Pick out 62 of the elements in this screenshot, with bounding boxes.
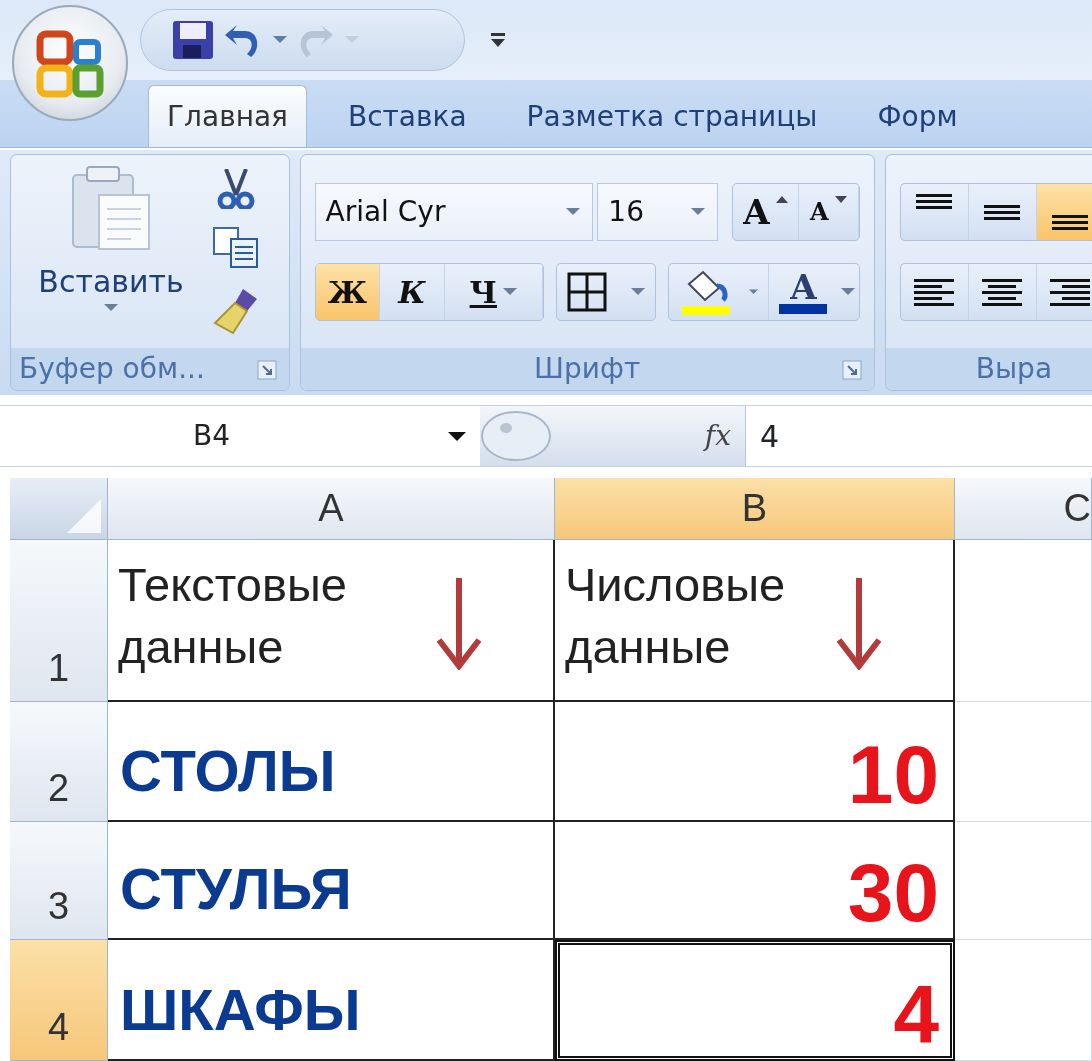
caret-icon [631, 288, 646, 296]
row-header[interactable]: 3 [10, 822, 108, 940]
caret-icon [749, 288, 759, 296]
font-size-field[interactable]: 16 [597, 183, 719, 241]
lines-icon [916, 194, 953, 209]
group-label: Шрифт [534, 351, 641, 387]
empty-cell[interactable] [955, 822, 1092, 940]
lines-icon [1052, 215, 1089, 230]
lines-icon [1050, 278, 1091, 306]
table-cell[interactable]: СТОЛЫ [108, 702, 555, 822]
cell-text: Числовые данные [564, 557, 787, 675]
empty-cell[interactable] [955, 940, 1092, 1061]
lines-icon [984, 204, 1021, 220]
grid-icon [567, 272, 608, 312]
group-label: Выра [975, 351, 1053, 387]
customize-toolbar-icon[interactable] [491, 33, 505, 47]
lines-icon [982, 278, 1023, 306]
table-cell[interactable]: ШКАФЫ [108, 940, 555, 1061]
caret-icon [841, 288, 856, 296]
ribbon-tab[interactable]: Вставка [328, 85, 486, 147]
row-header[interactable]: 1 [10, 540, 108, 702]
scissors-icon[interactable] [216, 169, 256, 209]
paste-button[interactable]: Вставить [31, 165, 191, 348]
font-name-field[interactable]: Arial Cyr [314, 183, 594, 241]
ribbon-tab[interactable]: Разметка страницы [507, 85, 837, 147]
dialog-launcher-icon[interactable] [256, 360, 277, 380]
column-header[interactable]: A [108, 478, 555, 540]
row-header[interactable]: 2 [10, 702, 108, 822]
caret-icon [448, 431, 466, 441]
ribbon-tab[interactable]: Главная [148, 85, 307, 147]
empty-cell[interactable] [955, 702, 1092, 822]
caret-icon [345, 36, 359, 44]
clipboard-icon [69, 165, 153, 251]
caret-icon [503, 288, 517, 296]
insert-function-button[interactable]: fx [704, 415, 731, 457]
office-logo-icon [36, 28, 104, 98]
cell-text: Текстовые данные [117, 557, 348, 675]
caret-icon [104, 304, 118, 312]
up-triangle-icon [775, 196, 788, 204]
paintbrush-icon[interactable] [213, 287, 259, 335]
table-cell[interactable]: 4 [555, 940, 955, 1061]
shrink-font-button[interactable]: A [798, 184, 859, 240]
dialog-launcher-icon[interactable] [841, 360, 862, 380]
caret-icon [566, 208, 581, 216]
bold-button[interactable]: Ж [315, 264, 381, 320]
ribbon-tab[interactable]: Форм [858, 85, 977, 147]
down-triangle-icon [834, 196, 847, 204]
caret-icon [273, 36, 287, 44]
triangle-icon [67, 499, 101, 533]
table-cell[interactable]: СТУЛЬЯ [108, 822, 555, 940]
align-bottom-button[interactable] [1036, 184, 1092, 240]
grow-font-button[interactable]: A [733, 184, 799, 240]
row-header[interactable]: 4 [10, 940, 108, 1061]
copy-icon[interactable] [213, 227, 259, 269]
column-header[interactable]: B [555, 478, 955, 540]
save-button[interactable] [171, 19, 215, 61]
group-label: Буфер обм... [19, 351, 205, 387]
underline-button[interactable]: Ч [444, 264, 543, 320]
caret-icon [691, 208, 706, 216]
italic-button[interactable]: К [380, 264, 445, 320]
column-header[interactable]: C [955, 478, 1092, 540]
lines-icon [914, 278, 955, 306]
